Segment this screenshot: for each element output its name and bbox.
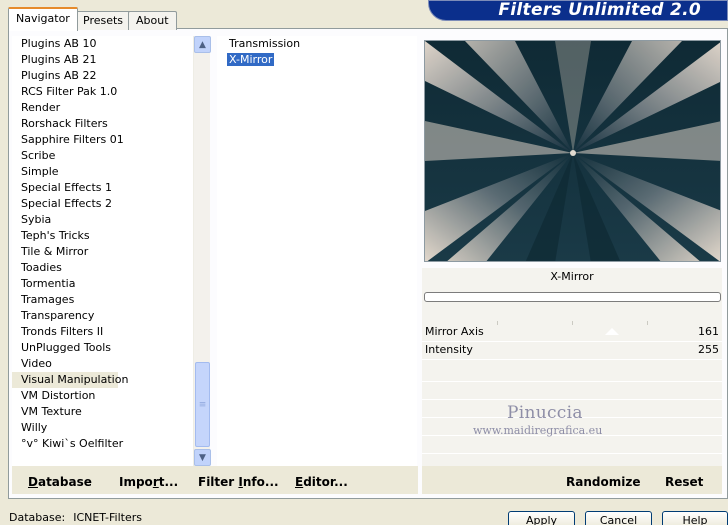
randomize-button[interactable]: Randomize xyxy=(566,475,640,489)
reset-button[interactable]: Reset xyxy=(665,475,703,489)
param-label: Mirror Axis xyxy=(425,325,484,338)
progress-bar xyxy=(424,292,721,302)
param-intensity[interactable]: Intensity 255 xyxy=(422,342,722,360)
cancel-button[interactable]: Cancel xyxy=(585,511,652,525)
status-line: Database: ICNET-Filters xyxy=(9,511,142,524)
tab-navigator[interactable]: Navigator xyxy=(8,7,78,31)
help-button[interactable]: Help xyxy=(662,511,728,525)
category-item[interactable]: Render xyxy=(12,100,194,116)
category-item[interactable]: Transparency xyxy=(12,308,194,324)
category-item[interactable]: Rorshack Filters xyxy=(12,116,194,132)
import-button[interactable]: Import... xyxy=(119,475,178,489)
preview-artwork xyxy=(425,41,720,261)
filter-item-label: X-Mirror xyxy=(225,52,276,67)
category-item[interactable]: Tile & Mirror xyxy=(12,244,194,260)
category-item[interactable]: Video xyxy=(12,356,194,372)
scroll-up-button[interactable]: ▲ xyxy=(194,36,211,53)
filter-item[interactable]: Transmission xyxy=(217,36,417,52)
scroll-thumb[interactable]: ≡ xyxy=(195,362,210,447)
param-label: Intensity xyxy=(425,343,473,356)
filter-info-button[interactable]: Filter Info... xyxy=(198,475,279,489)
button-label: nfo... xyxy=(242,475,279,489)
grip-icon: ≡ xyxy=(198,399,207,410)
category-item[interactable]: Sybia xyxy=(12,212,194,228)
slider-pointer[interactable] xyxy=(605,328,619,335)
button-label: ditor... xyxy=(303,475,348,489)
filter-item-selected[interactable]: X-Mirror xyxy=(217,52,417,68)
chevron-up-icon: ▲ xyxy=(199,39,206,50)
category-item[interactable]: Tramages xyxy=(12,292,194,308)
tab-about[interactable]: About xyxy=(128,11,177,30)
database-button[interactable]: Database xyxy=(28,475,92,489)
button-label: t... xyxy=(158,475,179,489)
category-item[interactable]: Tormentia xyxy=(12,276,194,292)
apply-button[interactable]: Apply xyxy=(508,511,575,525)
category-item[interactable]: Tronds Filters II xyxy=(12,324,194,340)
category-item[interactable]: VM Texture xyxy=(12,404,194,420)
category-item[interactable]: UnPlugged Tools xyxy=(12,340,194,356)
scroll-down-button[interactable]: ▼ xyxy=(194,449,211,466)
filter-item-label: Transmission xyxy=(229,37,301,50)
category-item[interactable]: Sapphire Filters 01 xyxy=(12,132,194,148)
right-button-bar: Randomize Reset xyxy=(422,466,722,494)
category-item[interactable]: RCS Filter Pak 1.0 xyxy=(12,84,194,100)
tab-presets[interactable]: Presets xyxy=(75,11,132,30)
editor-button[interactable]: Editor... xyxy=(295,475,348,489)
app-title: Filters Unlimited 2.0 xyxy=(498,0,701,20)
parameter-list: Mirror Axis 161 Intensity 255 xyxy=(422,324,722,360)
category-item[interactable]: Teph's Tricks xyxy=(12,228,194,244)
category-item[interactable]: Plugins AB 22 xyxy=(12,68,194,84)
button-label: atabase xyxy=(37,475,92,489)
tab-label: Navigator xyxy=(16,12,70,25)
param-value[interactable]: 161 xyxy=(698,324,719,340)
filter-list[interactable]: Transmission X-Mirror xyxy=(217,36,417,466)
category-item[interactable]: Special Effects 1 xyxy=(12,180,194,196)
button-label: Filter xyxy=(198,475,239,489)
category-item[interactable]: Willy xyxy=(12,420,194,436)
category-item[interactable]: Plugins AB 10 xyxy=(12,36,194,52)
category-item[interactable]: VM Distortion xyxy=(12,388,194,404)
param-mirror-axis[interactable]: Mirror Axis 161 xyxy=(422,324,722,342)
category-item[interactable]: Toadies xyxy=(12,260,194,276)
category-scrollbar[interactable]: ▲ ≡ ▼ xyxy=(193,36,211,466)
chevron-down-icon: ▼ xyxy=(199,452,206,463)
button-label: Impo xyxy=(119,475,153,489)
category-item[interactable]: °v° Kiwi`s Oelfilter xyxy=(12,436,194,452)
mnemonic: D xyxy=(28,475,38,489)
watermark-name: Pinuccia xyxy=(507,403,583,423)
category-item[interactable]: Simple xyxy=(12,164,194,180)
watermark-url: www.maidiregrafica.eu xyxy=(473,424,603,437)
category-item[interactable]: Plugins AB 21 xyxy=(12,52,194,68)
category-item[interactable]: Special Effects 2 xyxy=(12,196,194,212)
category-list[interactable]: Plugins AB 10 Plugins AB 21 Plugins AB 2… xyxy=(12,36,194,466)
param-value[interactable]: 255 xyxy=(698,342,719,358)
preview-image[interactable] xyxy=(424,40,721,262)
mnemonic: E xyxy=(295,475,304,489)
status-value: ICNET-Filters xyxy=(73,511,142,524)
left-button-bar: Database Import... Filter Info... Editor… xyxy=(12,466,418,494)
tab-label: About xyxy=(136,14,169,27)
current-filter-name: X-Mirror xyxy=(550,270,594,283)
category-item-selected[interactable]: Visual Manipulation xyxy=(12,372,128,388)
title-banner: Filters Unlimited 2.0 xyxy=(428,0,728,21)
tab-label: Presets xyxy=(83,14,124,27)
status-label: Database: xyxy=(9,511,66,524)
category-item[interactable]: Scribe xyxy=(12,148,194,164)
